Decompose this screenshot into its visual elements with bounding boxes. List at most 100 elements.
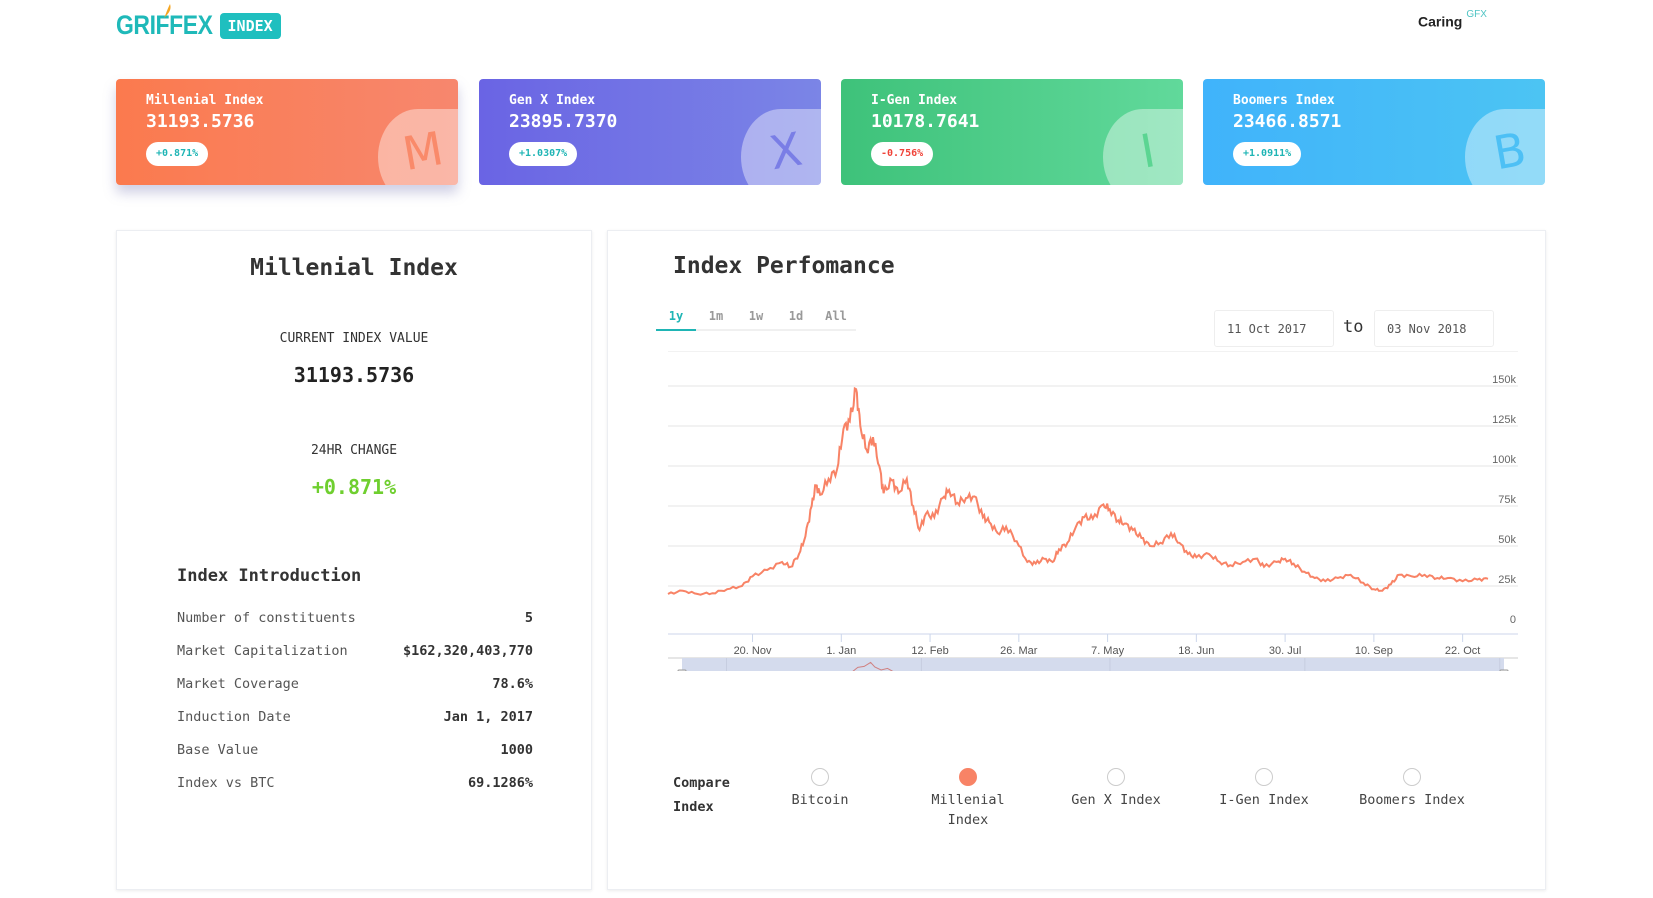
navigator-handle-right[interactable]: [1499, 669, 1509, 671]
card-millenial-index[interactable]: Millenial Index 31193.5736 +0.871% M: [116, 79, 458, 185]
card-value: 23466.8571: [1233, 111, 1342, 132]
date-from-input[interactable]: 11 Oct 2017: [1214, 310, 1334, 347]
change-value: +0.871%: [311, 475, 397, 499]
logo-badge: INDEX: [219, 12, 281, 39]
card-boomers-index[interactable]: Boomers Index 23466.8571 +1.0911% B: [1203, 79, 1545, 185]
tab-1d[interactable]: 1d: [776, 309, 816, 329]
compare-boomers-index[interactable]: Boomers Index: [1352, 768, 1472, 810]
card-change-badge: +1.0911%: [1233, 142, 1302, 166]
intro-row: Market Capitalization $162,320,403,770: [177, 643, 533, 659]
radio-icon[interactable]: [1403, 768, 1421, 786]
x-tick-label: 10. Sep: [1355, 645, 1393, 657]
x-tick-label: 1. Jan: [826, 645, 856, 657]
x-tick-label: 30. Jul: [1269, 645, 1301, 657]
radio-icon[interactable]: [1107, 768, 1125, 786]
date-separator: to: [1343, 317, 1364, 337]
y-tick-label: 0: [1510, 614, 1516, 626]
navigator-handle-left[interactable]: [677, 669, 687, 671]
compare-option-label: Gen X Index: [1071, 792, 1161, 808]
intro-row: Number of constituents 5: [177, 610, 533, 626]
intro-key: Market Coverage: [177, 676, 299, 692]
x-tick-label: 7. May: [1091, 645, 1125, 657]
index-cards: Millenial Index 31193.5736 +0.871% M Gen…: [116, 79, 1546, 185]
current-value-label: CURRENT INDEX VALUE: [279, 331, 429, 346]
intro-key: Number of constituents: [177, 610, 356, 626]
compare-option-label: Boomers Index: [1359, 792, 1465, 808]
y-tick-label: 150k: [1492, 374, 1516, 386]
x-tick-label: 22. Oct: [1445, 645, 1480, 657]
range-tabs: 1y 1m 1w 1d All: [656, 309, 856, 331]
navigator[interactable]: Nov '17Feb '18May '18Aug '18Nov ': [668, 657, 1524, 671]
boomers-b-icon: B: [1465, 109, 1545, 185]
card-i-gen-index[interactable]: I-Gen Index 10178.7641 -0.756% I: [841, 79, 1183, 185]
compare-bitcoin[interactable]: Bitcoin: [760, 768, 880, 810]
x-tick-label: 26. Mar: [1000, 645, 1038, 657]
intro-row: Induction Date Jan 1, 2017: [177, 709, 533, 725]
card-change-badge: +0.871%: [146, 142, 209, 166]
date-to-input[interactable]: 03 Nov 2018: [1374, 310, 1494, 347]
performance-panel: Index Perfomance 1y 1m 1w 1d All 11 Oct …: [607, 230, 1546, 890]
index-summary-panel: Millenial Index CURRENT INDEX VALUE 3119…: [116, 230, 592, 890]
intro-key: Base Value: [177, 742, 259, 758]
y-tick-label: 100k: [1492, 454, 1516, 466]
y-tick-label: 25k: [1498, 574, 1516, 586]
intro-value: 5: [524, 610, 533, 626]
card-title: Millenial Index: [146, 93, 264, 108]
x-tick-label: 18. Jun: [1178, 645, 1214, 657]
series-line-millenial-index: [667, 386, 1489, 596]
card-title: Gen X Index: [509, 93, 596, 108]
compare-gen-x-index[interactable]: Gen X Index: [1056, 768, 1176, 810]
compare-option-label: I-Gen Index: [1219, 792, 1309, 808]
compare-millenial-index[interactable]: Millenial Index: [908, 768, 1028, 830]
performance-title: Index Perfomance: [673, 253, 895, 279]
card-value: 10178.7641: [871, 111, 980, 132]
i-gen-icon: I: [1103, 109, 1183, 185]
user-tag: GFX: [1466, 9, 1487, 20]
y-tick-label: 75k: [1498, 494, 1516, 506]
card-value: 23895.7370: [509, 111, 618, 132]
radio-selected-icon[interactable]: [959, 768, 977, 786]
intro-value: $162,320,403,770: [402, 643, 533, 659]
user-menu[interactable]: Caring GFX: [1418, 9, 1487, 30]
intro-value: 69.1286%: [467, 775, 533, 791]
card-title: Boomers Index: [1233, 93, 1335, 108]
compare-option-label: Millenial Index: [931, 792, 1005, 828]
tab-1y[interactable]: 1y: [656, 309, 696, 331]
intro-title: Index Introduction: [177, 566, 362, 586]
compare-option-label: Bitcoin: [791, 792, 849, 808]
intro-value: Jan 1, 2017: [443, 709, 533, 725]
intro-key: Market Capitalization: [177, 643, 348, 659]
current-value: 31193.5736: [293, 363, 415, 387]
intro-row: Index vs BTC 69.1286%: [177, 775, 533, 791]
intro-value: 1000: [500, 742, 533, 758]
gen-x-icon: X: [741, 109, 821, 185]
card-change-badge: +1.0307%: [509, 142, 578, 166]
top-bar: GRIFFEX INDEX Caring GFX: [0, 0, 1653, 60]
y-tick-label: 50k: [1498, 534, 1516, 546]
intro-row: Market Coverage 78.6%: [177, 676, 533, 692]
card-gen-x-index[interactable]: Gen X Index 23895.7370 +1.0307% X: [479, 79, 821, 185]
intro-row: Base Value 1000: [177, 742, 533, 758]
tab-1w[interactable]: 1w: [736, 309, 776, 329]
user-name: Caring: [1418, 13, 1463, 30]
navigator-mask: [682, 658, 1504, 671]
card-value: 31193.5736: [146, 111, 255, 132]
x-tick-label: 12. Feb: [911, 645, 948, 657]
logo[interactable]: GRIFFEX INDEX: [116, 4, 281, 41]
change-label: 24HR CHANGE: [310, 443, 398, 458]
tab-1m[interactable]: 1m: [696, 309, 736, 329]
summary-title: Millenial Index: [250, 255, 458, 281]
compare-i-gen-index[interactable]: I-Gen Index: [1204, 768, 1324, 810]
intro-key: Index vs BTC: [177, 775, 275, 791]
radio-icon[interactable]: [811, 768, 829, 786]
intro-key: Induction Date: [177, 709, 291, 725]
compare-label: Compare Index: [673, 775, 730, 815]
y-tick-label: 125k: [1492, 414, 1516, 426]
card-change-badge: -0.756%: [871, 142, 934, 166]
intro-value: 78.6%: [492, 676, 533, 692]
radio-icon[interactable]: [1255, 768, 1273, 786]
performance-chart[interactable]: 0 25k 50k 75k 100k 125k 150k 20. Nov 1. Jan 12. …: [608, 351, 1547, 671]
tab-all[interactable]: All: [816, 309, 856, 329]
millenial-m-icon: M: [378, 109, 458, 185]
x-tick-label: 20. Nov: [734, 645, 772, 657]
